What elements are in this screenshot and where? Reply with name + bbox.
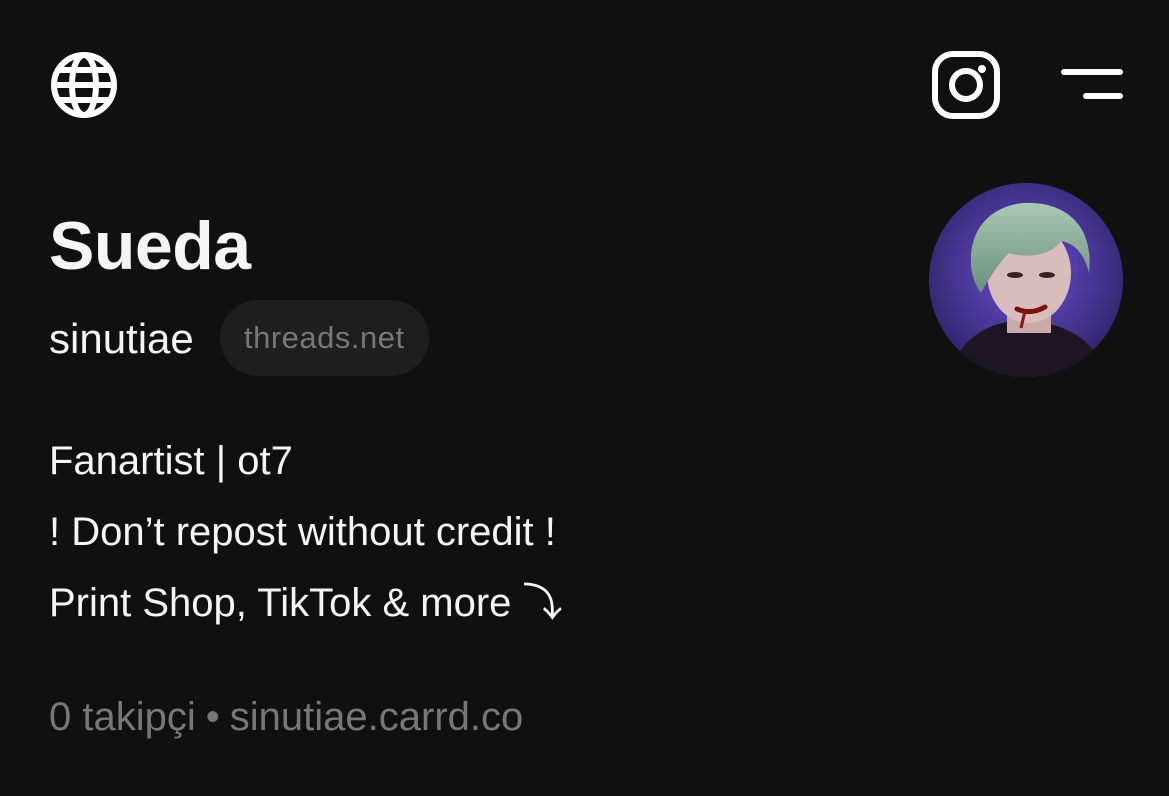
bio-line-3: Print Shop, TikTok & more ⤵ xyxy=(49,581,563,625)
profile-name: Sueda xyxy=(49,208,251,284)
footer-separator: • xyxy=(205,695,220,739)
profile-link[interactable]: sinutiae.carrd.co xyxy=(230,692,523,742)
profile-handle: sinutiae xyxy=(49,315,194,362)
domain-badge[interactable]: threads.net xyxy=(220,300,429,376)
profile-avatar[interactable] xyxy=(929,183,1123,377)
bio-line-2: ! Don’t repost without credit ! xyxy=(49,510,556,554)
bio-line-1: Fanartist | ot7 xyxy=(49,439,293,483)
profile-footer: 0 takipçi • sinutiae.carrd.co xyxy=(49,692,523,742)
menu-icon[interactable] xyxy=(1060,62,1126,108)
globe-icon[interactable] xyxy=(49,50,119,120)
instagram-icon[interactable] xyxy=(931,50,1001,120)
followers-count[interactable]: 0 takipçi xyxy=(49,692,196,742)
